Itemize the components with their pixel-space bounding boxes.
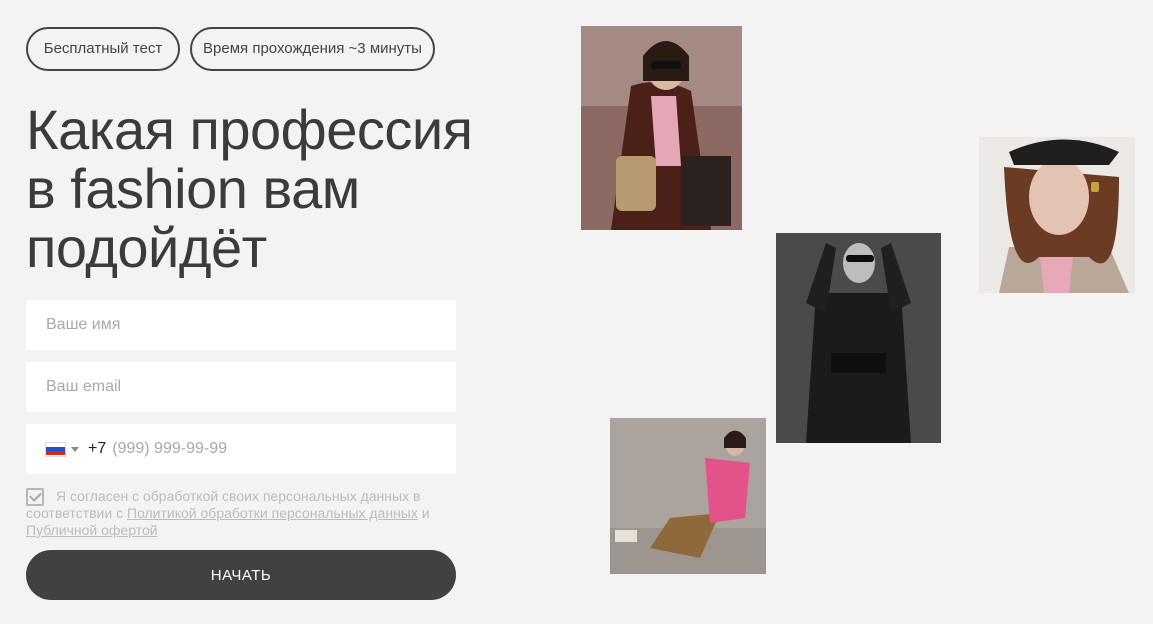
name-input[interactable] [26, 300, 456, 350]
photo-woman-brown-leather-coat [581, 26, 742, 230]
photo-woman-pink-blouse-gold-skirt [610, 418, 766, 574]
page-title: Какая профессия в fashion вам подойдёт [26, 100, 546, 277]
title-line-2: в fashion вам [26, 157, 360, 220]
chevron-down-icon[interactable] [71, 446, 79, 452]
name-field-wrapper [26, 300, 456, 350]
russia-flag-icon[interactable] [45, 441, 66, 457]
photo-woman-black-suit-bw [776, 233, 941, 443]
title-line-1: Какая профессия [26, 98, 473, 161]
consent-text: Я согласен с обработкой своих персональн… [26, 488, 466, 539]
free-test-badge: Бесплатный тест [26, 27, 180, 71]
public-offer-link[interactable]: Публичной офертой [26, 522, 158, 538]
email-field-wrapper [26, 362, 456, 412]
duration-badge: Время прохождения ~3 минуты [190, 27, 435, 71]
photo-woman-cap-tweed [979, 137, 1135, 293]
privacy-policy-link[interactable]: Политикой обработки персональных данных [127, 505, 418, 521]
consent-and: и [421, 505, 430, 521]
start-button[interactable]: НАЧАТЬ [26, 550, 456, 600]
phone-input[interactable] [106, 424, 456, 474]
phone-field-wrapper: +7 [26, 424, 456, 474]
phone-prefix: +7 [88, 440, 107, 457]
title-line-3: подойдёт [26, 216, 267, 279]
email-input[interactable] [26, 362, 456, 412]
